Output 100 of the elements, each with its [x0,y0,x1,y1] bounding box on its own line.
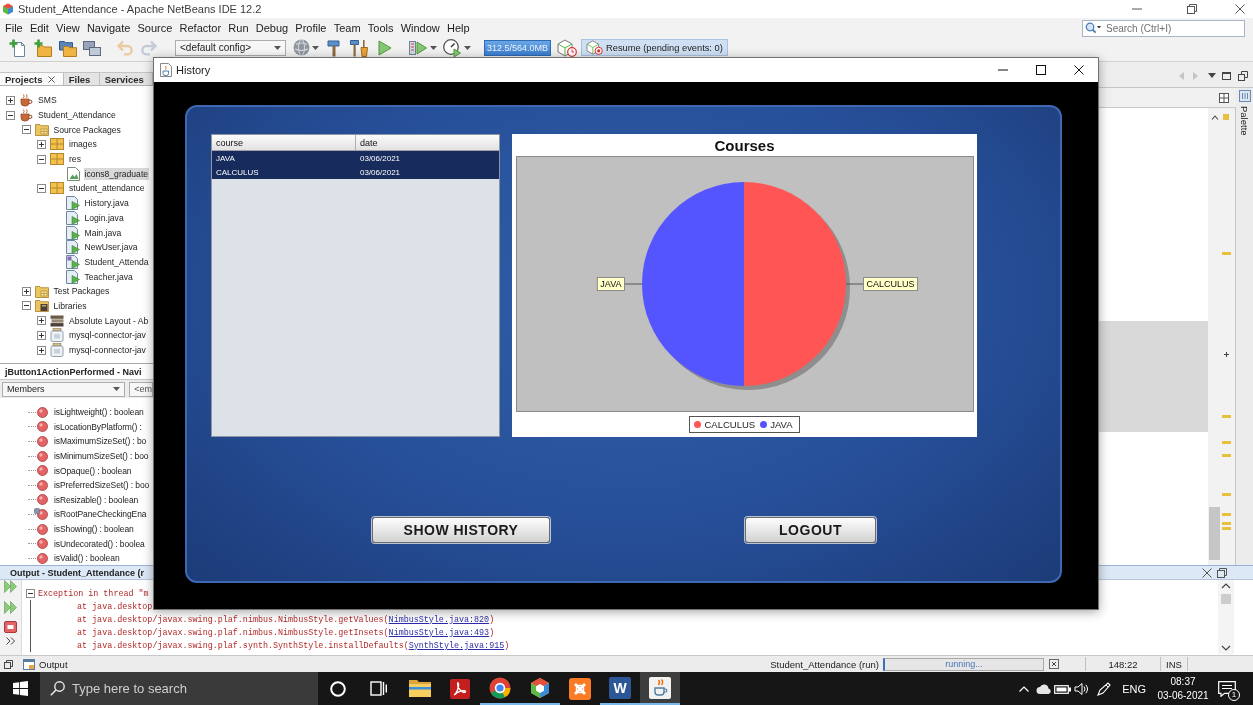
gauge-icon[interactable] [443,38,461,57]
member-item[interactable]: isResizable() : boolean [54,494,139,505]
source-link[interactable]: NimbusStyle.java:493 [388,627,490,638]
chevron-up-icon[interactable] [1019,685,1030,692]
clock-time[interactable]: 08:37 [1170,674,1196,689]
menu-item[interactable]: Source [133,21,176,35]
table-row[interactable]: JAVA 03/06/2021 [212,151,499,165]
menu-item[interactable]: File [1,21,27,35]
resume-button[interactable]: Resume (pending events: 0) [581,39,728,56]
minus-box-icon[interactable] [37,183,46,193]
stacked-windows-icon[interactable] [83,38,101,57]
menu-item[interactable]: Tools [364,21,398,35]
play-icon[interactable] [378,39,392,56]
tree-item[interactable]: History.java [83,197,130,210]
tree-item[interactable]: mysql-connector-jav [68,344,147,357]
stop-icon[interactable] [4,621,17,633]
member-item[interactable]: isShowing() : boolean [54,524,134,535]
caret-icon[interactable] [464,45,471,50]
tree-item[interactable]: Student_Attenda [83,255,150,268]
minus-box-icon[interactable] [21,301,31,311]
language-indicator[interactable]: ENG [1122,682,1146,695]
close-icon[interactable] [1235,4,1245,14]
plus-box-icon[interactable] [37,316,46,326]
close-icon[interactable] [47,75,55,83]
table-row[interactable]: CALCULUS 03/06/2021 [212,165,499,179]
tree-item[interactable]: Login.java [83,211,125,224]
restore-icon[interactable] [4,659,13,669]
tree-item[interactable]: res [68,153,82,166]
tree-item[interactable]: Test Packages [52,285,111,298]
maximize-icon[interactable] [1222,71,1231,80]
menu-item[interactable]: Help [443,21,474,35]
tree-item[interactable]: Teacher.java [83,270,134,283]
globe-icon[interactable] [293,39,310,56]
tree-item[interactable]: Student_Attendance [37,109,117,122]
grid-icon[interactable] [1219,92,1229,103]
plus-box-icon[interactable] [6,95,15,105]
member-item[interactable]: isMinimumSizeSet() : boo [54,451,149,462]
panel-tab[interactable]: Files [63,73,100,85]
folder-plus-icon[interactable] [34,38,52,57]
caret-down-icon[interactable] [1208,73,1216,78]
tree-item[interactable]: icons8_graduate [83,167,150,180]
tree-item[interactable]: mysql-connector-jav [68,329,147,342]
taskbar-app[interactable] [640,672,680,705]
cloud-icon[interactable] [1036,683,1053,694]
member-item[interactable]: isValid() : boolean [54,553,120,564]
panel-tab[interactable]: Projects [0,73,64,85]
menu-item[interactable]: Edit [26,21,53,35]
menu-item[interactable]: Run [224,21,253,35]
member-item[interactable]: isMaximumSizeSet() : bo [54,436,147,447]
hammer-broom-icon[interactable] [350,38,368,57]
battery-icon[interactable] [1054,683,1072,694]
clock-date[interactable]: 03-06-2021 [1157,688,1209,703]
caret-icon[interactable] [312,45,319,50]
menu-item[interactable]: Debug [252,21,292,35]
source-link[interactable]: NimbusStyle.java:820 [388,614,490,625]
member-item[interactable]: isPreferredSizeSet() : boo [54,480,150,491]
show-history-button[interactable]: SHOW HISTORY [372,517,550,543]
tree-item[interactable]: images [68,138,98,151]
debug-icon[interactable] [409,38,427,57]
minus-box-icon[interactable] [6,110,15,120]
minus-box-icon[interactable] [37,154,46,164]
tree-item[interactable]: NewUser.java [83,241,139,254]
output-tab[interactable]: Output [23,658,68,670]
columns-icon[interactable] [1238,90,1251,102]
restore-icon[interactable] [1238,70,1248,81]
caret-icon[interactable] [430,45,437,50]
member-item[interactable]: isOpaque() : boolean [54,465,132,476]
notification-icon[interactable] [1218,680,1236,697]
search-field[interactable]: Search (Ctrl+I) [1082,19,1245,37]
minus-box-icon[interactable] [21,125,31,135]
plus-box-icon[interactable] [21,286,31,296]
member-item[interactable]: isLocationByPlatform() : [54,421,142,432]
restore-icon[interactable] [1217,567,1227,578]
folders-icon[interactable] [59,38,77,57]
config-dropdown[interactable]: <default config> [175,39,286,56]
maximize-icon[interactable] [1036,65,1046,75]
search-field[interactable]: Type here to search [40,672,318,705]
members-dropdown[interactable]: Members [2,381,126,397]
logout-button[interactable]: LOGOUT [745,517,876,543]
plus-box-icon[interactable] [37,345,46,355]
close-icon[interactable] [1074,65,1084,75]
menu-item[interactable]: View [52,21,84,35]
cube-clock-icon[interactable] [557,38,577,57]
menu-item[interactable]: Profile [291,21,331,35]
member-item[interactable]: isUndecorated() : boolea [54,538,145,549]
tree-item[interactable]: Absolute Layout - Ab [68,314,150,327]
menu-item[interactable]: Team [330,21,365,35]
page-plus-icon[interactable] [9,38,27,57]
menu-item[interactable]: Window [397,21,444,35]
tree-item[interactable]: Main.java [83,226,123,239]
palette-tab[interactable]: Palette [1239,106,1250,136]
cancel-icon[interactable] [1049,659,1059,669]
filter-dropdown[interactable]: <em [129,381,153,397]
menu-item[interactable]: Refactor [175,21,225,35]
close-icon[interactable] [1202,567,1212,578]
tree-item[interactable]: Source Packages [52,123,122,136]
pen-icon[interactable] [1097,681,1112,696]
tree-item[interactable]: SMS [37,94,58,107]
source-link[interactable]: SynthStyle.java:915 [408,640,505,651]
menu-item[interactable]: Navigate [83,21,134,35]
